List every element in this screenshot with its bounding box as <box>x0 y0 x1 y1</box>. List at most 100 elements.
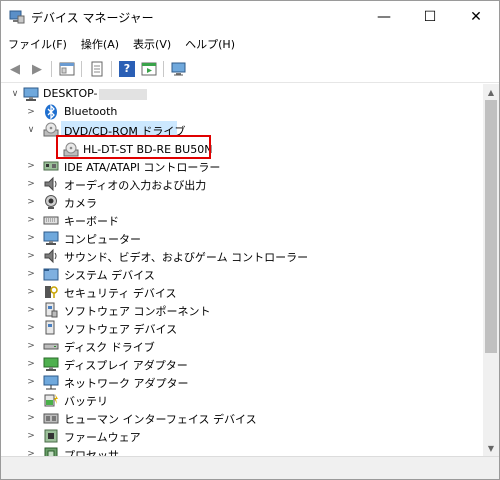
help-button[interactable]: ? <box>117 59 137 79</box>
tree-item-camera[interactable]: > カメラ <box>1 193 481 211</box>
tree-item-audio-io[interactable]: > オーディオの入力および出力 <box>1 175 481 193</box>
tree-item-label: ディスク ドライブ <box>64 341 155 354</box>
tree-item-sound-video-game[interactable]: > サウンド、ビデオ、およびゲーム コントローラー <box>1 247 481 265</box>
properties-button[interactable] <box>57 59 77 79</box>
expand-arrow-icon[interactable]: > <box>25 357 37 371</box>
properties-icon <box>59 62 75 76</box>
forward-button[interactable]: ▶ <box>27 59 47 79</box>
tree-item-label: ディスプレイ アダプター <box>64 359 188 372</box>
scan-hardware-button[interactable] <box>169 59 189 79</box>
action-button[interactable] <box>139 59 159 79</box>
processor-icon <box>44 447 58 456</box>
play-window-icon <box>141 62 157 76</box>
window-title: デバイス マネージャー <box>31 11 154 25</box>
menu-help[interactable]: ヘルプ(H) <box>178 33 242 55</box>
tree-item-label: キーボード <box>64 215 119 228</box>
forward-arrow-icon: ▶ <box>32 61 42 77</box>
tree-item-label: カメラ <box>64 197 97 210</box>
software-device-icon <box>45 320 55 335</box>
expand-arrow-icon[interactable]: > <box>25 447 37 456</box>
software-component-icon <box>45 302 58 318</box>
tree-item-system-devices[interactable]: > システム デバイス <box>1 265 481 283</box>
redacted-name <box>99 89 147 100</box>
expand-arrow-icon[interactable]: > <box>25 267 37 281</box>
title-bar[interactable]: デバイス マネージャー — ☐ ✕ <box>1 1 499 33</box>
tree-item-label: オーディオの入力および出力 <box>64 179 207 192</box>
tree-item-ide-ata-atapi[interactable]: > IDE ATA/ATAPI コントローラー <box>1 157 481 175</box>
tree-item-hid[interactable]: > ヒューマン インターフェイス デバイス <box>1 409 481 427</box>
expand-arrow-icon[interactable]: > <box>25 321 37 335</box>
tree-item-label: サウンド、ビデオ、およびゲーム コントローラー <box>64 251 309 264</box>
tree-item-label: システム デバイス <box>64 269 155 282</box>
expand-arrow-icon[interactable]: > <box>25 195 37 209</box>
expand-arrow-icon[interactable]: > <box>25 411 37 425</box>
monitor-icon <box>43 231 59 245</box>
tree-item-label: セキュリティ デバイス <box>64 287 177 300</box>
tree-item-firmware[interactable]: > ファームウェア <box>1 427 481 445</box>
monitor-scan-icon <box>171 62 186 76</box>
tree-item-display-adapters[interactable]: > ディスプレイ アダプター <box>1 355 481 373</box>
menu-action[interactable]: 操作(A) <box>74 33 126 55</box>
expand-arrow-icon[interactable]: > <box>25 285 37 299</box>
sound-icon <box>44 248 57 264</box>
expand-arrow-icon[interactable]: > <box>25 429 37 443</box>
device-manager-window: デバイス マネージャー — ☐ ✕ ファイル(F) 操作(A) 表示(V) ヘル… <box>0 0 500 480</box>
tree-root[interactable]: ∨ DESKTOP- <box>1 85 481 103</box>
computer-name: DESKTOP- <box>43 87 98 100</box>
back-button[interactable]: ◀ <box>5 59 25 79</box>
tree-item-label: コンピューター <box>64 233 141 246</box>
expand-arrow-icon[interactable]: > <box>25 177 37 191</box>
bluetooth-icon <box>45 104 57 120</box>
update-driver-button[interactable] <box>87 59 107 79</box>
expand-arrow-icon[interactable]: ∨ <box>9 87 21 101</box>
tree-item-label: ヒューマン インターフェイス デバイス <box>64 413 257 426</box>
tree-item-label: ファームウェア <box>64 431 141 444</box>
tree-item-battery[interactable]: > バッテリ <box>1 391 481 409</box>
tree-item-processors[interactable]: > プロセッサ <box>1 445 481 456</box>
expand-arrow-icon[interactable]: ∨ <box>25 123 37 137</box>
system-folder-icon <box>43 268 59 281</box>
menu-bar: ファイル(F) 操作(A) 表示(V) ヘルプ(H) <box>1 33 499 55</box>
highlight-annotation-box <box>56 135 211 159</box>
expand-arrow-icon[interactable]: > <box>25 375 37 389</box>
tree-item-software-components[interactable]: > ソフトウェア コンポーネント <box>1 301 481 319</box>
computer-icon <box>23 87 39 101</box>
maximize-button[interactable]: ☐ <box>407 1 453 33</box>
speaker-icon <box>44 176 57 192</box>
security-key-icon <box>45 286 58 298</box>
camera-icon <box>45 195 57 209</box>
tree-item-keyboard[interactable]: > キーボード <box>1 211 481 229</box>
expand-arrow-icon[interactable]: > <box>25 393 37 407</box>
scrollbar-thumb[interactable] <box>485 100 497 353</box>
device-manager-icon <box>9 10 25 24</box>
menu-file[interactable]: ファイル(F) <box>1 33 74 55</box>
tree-item-bluetooth[interactable]: > Bluetooth <box>1 103 481 121</box>
expand-arrow-icon[interactable]: > <box>25 303 37 317</box>
scroll-up-arrow-icon[interactable]: ▲ <box>483 84 499 100</box>
tree-item-computer[interactable]: > コンピューター <box>1 229 481 247</box>
expand-arrow-icon[interactable]: > <box>25 231 37 245</box>
tree-item-label: プロセッサ <box>64 449 119 456</box>
tree-item-security-devices[interactable]: > セキュリティ デバイス <box>1 283 481 301</box>
network-icon <box>43 375 59 390</box>
tree-item-label: ソフトウェア コンポーネント <box>64 305 211 318</box>
close-button[interactable]: ✕ <box>453 1 499 33</box>
toolbar: ◀ ▶ ? <box>1 55 499 83</box>
display-adapter-icon <box>43 357 59 371</box>
minimize-button[interactable]: — <box>361 1 407 33</box>
expand-arrow-icon[interactable]: > <box>25 339 37 353</box>
expand-arrow-icon[interactable]: > <box>25 249 37 263</box>
menu-view[interactable]: 表示(V) <box>126 33 178 55</box>
tree-item-label: Bluetooth <box>64 105 118 118</box>
expand-arrow-icon[interactable]: > <box>25 105 37 119</box>
help-icon: ? <box>119 61 135 77</box>
disk-drive-icon <box>43 343 59 350</box>
tree-item-software-devices[interactable]: > ソフトウェア デバイス <box>1 319 481 337</box>
document-icon <box>91 61 103 77</box>
expand-arrow-icon[interactable]: > <box>25 213 37 227</box>
tree-item-network-adapters[interactable]: > ネットワーク アダプター <box>1 373 481 391</box>
toolbar-separator <box>111 61 112 77</box>
tree-item-disk-drives[interactable]: > ディスク ドライブ <box>1 337 481 355</box>
expand-arrow-icon[interactable]: > <box>25 159 37 173</box>
scroll-down-arrow-icon[interactable]: ▼ <box>483 440 499 456</box>
